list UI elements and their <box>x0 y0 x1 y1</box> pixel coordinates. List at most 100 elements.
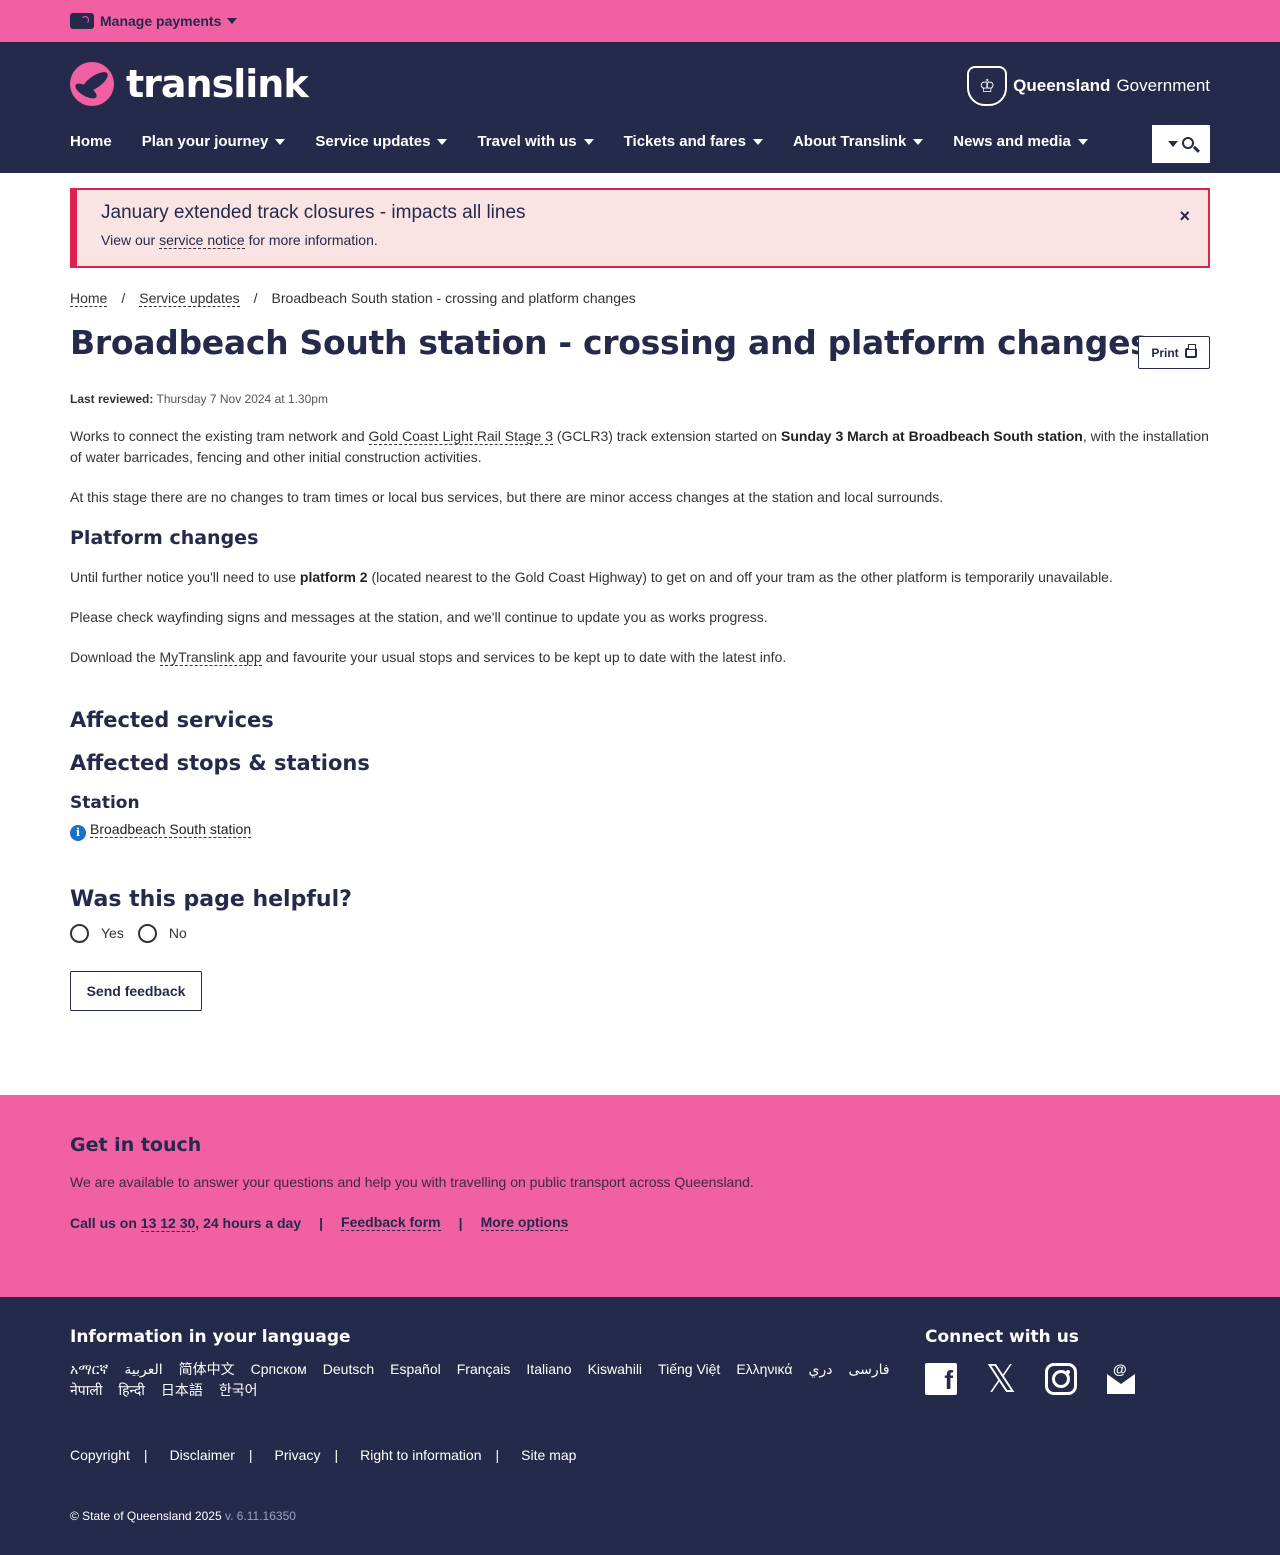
send-feedback-button[interactable]: Send feedback <box>70 970 202 1011</box>
x-icon[interactable]: 𝕏 <box>985 1357 1017 1401</box>
separator: | <box>458 1214 463 1231</box>
nav-about-translink[interactable]: About Translink <box>793 133 924 150</box>
breadcrumb-home[interactable]: Home <box>70 290 108 307</box>
manage-payments-menu[interactable]: Manage payments <box>70 13 238 29</box>
radio-circle[interactable] <box>70 923 89 943</box>
nav-label: Service updates <box>315 133 431 150</box>
chevron-down-icon <box>275 138 286 145</box>
language-list: አማርኛ العربية 简体中文 Српском Deutsch Español Fran… <box>70 1359 890 1401</box>
nav-home[interactable]: Home <box>70 133 112 150</box>
alert-text-after: for more information. <box>244 232 378 248</box>
translink-logo-icon <box>70 62 114 106</box>
footer-link[interactable]: Right to information <box>360 1447 481 1463</box>
language-link[interactable]: 简体中文 <box>179 1359 235 1380</box>
footer-link[interactable]: Site map <box>521 1447 576 1463</box>
footer-separator: | <box>495 1447 500 1463</box>
feedback-options: Yes No <box>70 923 1210 943</box>
print-label: Print <box>1151 345 1179 360</box>
footer-link[interactable]: Disclaimer <box>170 1447 235 1463</box>
station-item: i Broadbeach South station <box>70 821 1210 841</box>
breadcrumb-current: Broadbeach South station - crossing and … <box>271 290 636 306</box>
nav-service-updates[interactable]: Service updates <box>315 133 448 150</box>
translink-logo[interactable]: translink <box>70 62 309 106</box>
language-link[interactable]: Italiano <box>526 1359 571 1380</box>
phone-link[interactable]: 13 12 30 <box>140 1214 196 1232</box>
footer-separator: | <box>334 1447 339 1463</box>
site-header: translink ♔ Queensland Government Home P… <box>0 42 1280 173</box>
breadcrumb-service-updates[interactable]: Service updates <box>139 290 240 307</box>
language-link[interactable]: Français <box>457 1359 511 1380</box>
nav-label: Tickets and fares <box>623 133 746 150</box>
main-nav: Home Plan your journey Service updates T… <box>70 133 1118 150</box>
instagram-icon[interactable] <box>1045 1363 1077 1395</box>
chevron-down-icon <box>227 18 238 24</box>
paragraph-wayfinding: Please check wayfinding signs and messag… <box>70 609 768 625</box>
alert-title: January extended track closures - impact… <box>101 202 526 223</box>
qgov-rest: Government <box>1116 76 1210 95</box>
gclr3-link[interactable]: Gold Coast Light Rail Stage 3 <box>368 428 553 445</box>
nav-travel-with-us[interactable]: Travel with us <box>477 133 594 150</box>
more-options-link[interactable]: More options <box>480 1214 569 1231</box>
language-link[interactable]: Ελληνικά <box>736 1359 792 1380</box>
footer-link[interactable]: Copyright <box>70 1447 130 1463</box>
language-link[interactable]: Deutsch <box>323 1359 374 1380</box>
feedback-yes-radio[interactable]: Yes <box>70 923 124 943</box>
language-link[interactable]: Kiswahili <box>588 1359 642 1380</box>
manage-payments-label: Manage payments <box>100 13 222 29</box>
radio-label: Yes <box>101 925 124 941</box>
broadbeach-south-station-link[interactable]: Broadbeach South station <box>90 821 252 838</box>
language-link[interactable]: دري <box>808 1359 832 1380</box>
language-link[interactable]: हिन्दी <box>118 1380 144 1401</box>
feedback-no-radio[interactable]: No <box>137 923 187 943</box>
mytranslink-app-link[interactable]: MyTranslink app <box>159 649 262 666</box>
nav-plan-your-journey[interactable]: Plan your journey <box>142 133 286 150</box>
qgov-bold: Queensland <box>1013 76 1111 95</box>
print-button[interactable]: Print <box>1138 336 1210 369</box>
feedback-form-link[interactable]: Feedback form <box>341 1214 441 1231</box>
nav-news-and-media[interactable]: News and media <box>953 133 1088 150</box>
language-link[interactable]: नेपाली <box>70 1380 102 1401</box>
language-link[interactable]: 日本語 <box>161 1380 203 1401</box>
get-in-touch-section: Get in touch We are available to answer … <box>0 1095 1280 1297</box>
text: , 24 hours a day <box>195 1214 302 1231</box>
language-link[interactable]: 한국어 <box>219 1380 258 1401</box>
chevron-down-icon <box>583 138 594 145</box>
language-link[interactable]: Español <box>390 1359 441 1380</box>
text: (located nearest to the Gold Coast Highw… <box>367 569 1113 585</box>
text: Download the <box>70 649 160 665</box>
printer-icon <box>1184 343 1197 358</box>
search-icon <box>1182 136 1194 149</box>
language-link[interactable]: فارسی <box>848 1359 889 1380</box>
language-link[interactable]: Tiếng Việt <box>658 1359 720 1380</box>
footer-link[interactable]: Privacy <box>275 1447 321 1463</box>
paragraph-platform: Until further notice you'll need to use … <box>70 567 1210 588</box>
facebook-icon[interactable]: f <box>925 1363 957 1395</box>
search-button[interactable] <box>1152 125 1210 163</box>
connect-heading: Connect with us <box>925 1327 1079 1347</box>
text: Call us on <box>70 1214 141 1231</box>
service-notice-link[interactable]: service notice <box>159 232 245 249</box>
affected-services-heading: Affected services <box>70 708 274 732</box>
breadcrumb: Home / Service updates / Broadbeach Sout… <box>70 290 1210 307</box>
queensland-government-logo[interactable]: ♔ Queensland Government <box>967 66 1210 106</box>
last-reviewed: Last reviewed: Thursday 7 Nov 2024 at 1.… <box>70 392 1210 406</box>
nav-label: Travel with us <box>477 133 577 150</box>
text: Until further notice you'll need to use <box>70 569 300 585</box>
connect-section: Connect with us f 𝕏 @ <box>925 1327 1137 1401</box>
crest-icon: ♔ <box>967 66 1008 106</box>
site-footer: Information in your language አማርኛ العربية… <box>0 1297 1280 1555</box>
payment-card-icon <box>70 13 94 29</box>
chevron-down-icon <box>1168 141 1178 147</box>
text: Works to connect the existing tram netwo… <box>70 428 369 444</box>
feedback-heading: Was this page helpful? <box>70 886 352 912</box>
footer-links: Copyright | Disclaimer | Privacy | Right to in… <box>70 1447 1210 1463</box>
radio-label: No <box>168 925 187 941</box>
radio-circle[interactable] <box>137 923 157 943</box>
language-link[interactable]: العربية <box>124 1359 162 1380</box>
paragraph-app: Download the MyTranslink app and favouri… <box>70 647 1210 668</box>
language-link[interactable]: አማርኛ <box>70 1359 108 1380</box>
email-icon[interactable]: @ <box>1105 1361 1137 1395</box>
close-icon[interactable]: × <box>1179 206 1190 227</box>
nav-tickets-and-fares[interactable]: Tickets and fares <box>624 133 763 150</box>
language-link[interactable]: Српском <box>251 1359 307 1380</box>
